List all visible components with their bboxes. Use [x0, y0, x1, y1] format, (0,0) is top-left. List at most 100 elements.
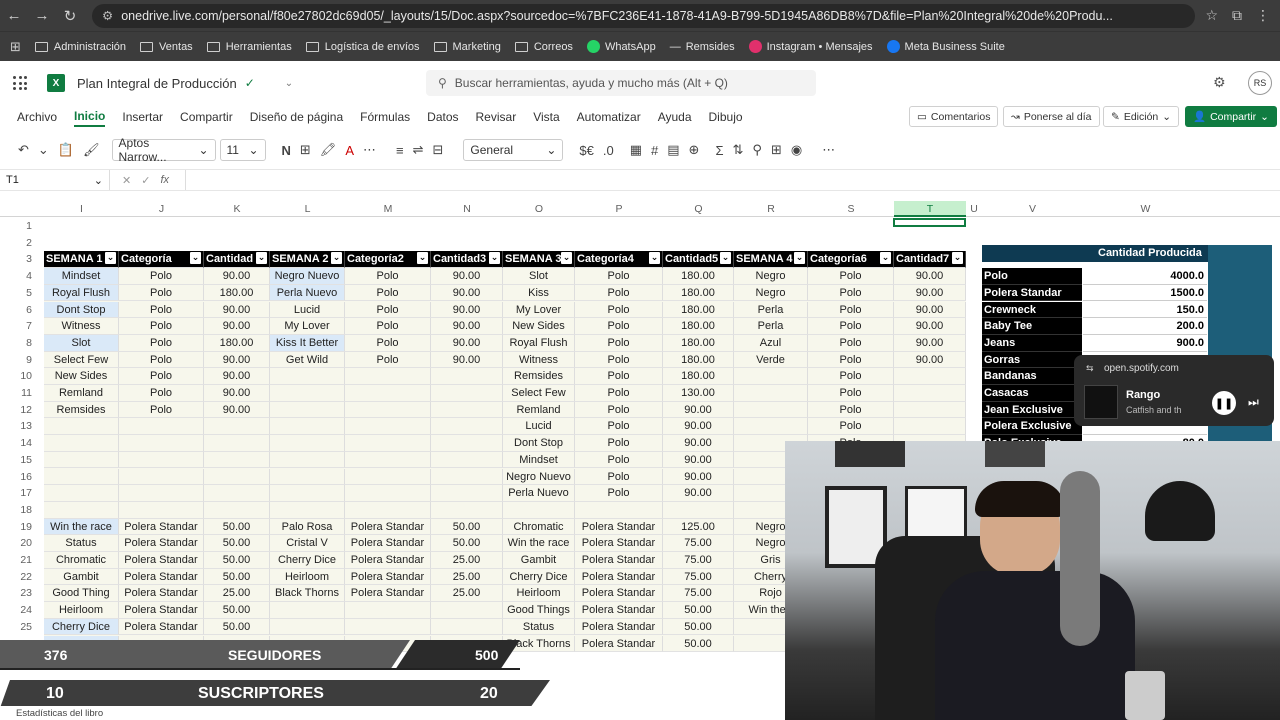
table-header-cell[interactable]: Categoría6 ⌄ — [808, 251, 894, 269]
add-ins-icon[interactable]: ⊞ — [771, 142, 782, 158]
filter-dropdown-icon[interactable]: ⌄ — [489, 252, 500, 265]
row-header[interactable]: 11 — [0, 385, 36, 401]
table-cell[interactable]: Polera Standar — [345, 552, 431, 569]
table-cell[interactable]: Polera Standar — [119, 602, 204, 619]
table-cell[interactable]: Win the race — [503, 535, 575, 552]
row-header[interactable]: 10 — [0, 368, 36, 384]
table-cell[interactable] — [345, 451, 431, 469]
table-cell[interactable]: Perla Nuevo — [270, 284, 345, 302]
tab-archivo[interactable]: Archivo — [17, 108, 57, 126]
table-header-cell[interactable]: Cantidad3 ⌄ — [431, 251, 503, 269]
row-header[interactable]: 7 — [0, 318, 36, 334]
table-cell[interactable]: Gambit — [503, 552, 575, 569]
back-icon[interactable]: ← — [0, 7, 28, 24]
table-cell[interactable] — [431, 385, 503, 402]
table-cell[interactable]: Heirloom — [44, 602, 119, 619]
table-cell[interactable]: 75.00 — [663, 568, 734, 586]
undo-icon[interactable]: ↶ — [18, 142, 29, 158]
table-cell[interactable]: Polo — [345, 351, 431, 369]
table-cell[interactable]: Slot — [44, 334, 119, 352]
table-cell[interactable]: 90.00 — [894, 351, 966, 369]
table-header-cell[interactable]: Cantidad5 ⌄ — [663, 251, 734, 269]
table-cell[interactable]: Polo — [575, 451, 663, 469]
table-cell[interactable] — [204, 501, 270, 519]
table-cell[interactable]: 50.00 — [204, 602, 270, 619]
table-cell[interactable]: Slot — [503, 268, 575, 285]
table-cell[interactable] — [734, 385, 808, 402]
table-cell[interactable]: Verde — [734, 351, 808, 369]
table-cell[interactable]: Perla Nuevo — [503, 485, 575, 502]
table-cell[interactable] — [44, 485, 119, 502]
table-cell[interactable]: 90.00 — [663, 418, 734, 436]
tab-vista[interactable]: Vista — [533, 108, 559, 126]
table-cell[interactable] — [345, 401, 431, 419]
tab-compartir[interactable]: Compartir — [180, 108, 233, 126]
table-cell[interactable]: Win the race — [44, 518, 119, 536]
table-cell[interactable]: Polo — [808, 418, 894, 436]
table-cell[interactable] — [119, 485, 204, 502]
filter-dropdown-icon[interactable]: ⌄ — [880, 252, 891, 265]
bookmark-item[interactable]: Logística de envíos — [305, 41, 420, 53]
table-cell[interactable] — [270, 435, 345, 452]
column-header-q[interactable]: Q — [663, 201, 734, 217]
row-header[interactable]: 8 — [0, 335, 36, 351]
bookmark-item[interactable]: Meta Business Suite — [886, 40, 1005, 53]
table-cell[interactable]: Polo — [119, 268, 204, 285]
table-cell[interactable]: Perla — [734, 301, 808, 319]
table-cell[interactable] — [270, 385, 345, 402]
column-header-i[interactable]: I — [44, 201, 119, 217]
table-cell[interactable]: 90.00 — [204, 385, 270, 402]
row-header[interactable]: 18 — [0, 502, 36, 518]
column-header-p[interactable]: P — [575, 201, 663, 217]
table-cell[interactable]: 180.00 — [663, 318, 734, 335]
table-header-cell[interactable]: Categoría ⌄ — [119, 251, 204, 269]
tab-diseño-de-página[interactable]: Diseño de página — [250, 108, 343, 126]
table-cell[interactable]: Polera Standar — [345, 585, 431, 603]
next-track-icon[interactable]: ⏭ — [1248, 395, 1259, 410]
bookmark-star-icon[interactable]: ☆ — [1205, 7, 1218, 24]
table-cell[interactable]: Polera Standar — [119, 618, 204, 636]
table-header-cell[interactable]: Cantidad ⌄ — [204, 251, 270, 269]
table-cell[interactable]: Polera Standar — [575, 618, 663, 636]
tab-revisar[interactable]: Revisar — [476, 108, 517, 126]
filter-dropdown-icon[interactable]: ⌄ — [256, 252, 267, 265]
table-cell[interactable]: Mindset — [503, 451, 575, 469]
table-cell[interactable]: Polera Standar — [575, 552, 663, 569]
catchup-button[interactable]: ↝ Ponerse al día — [1003, 106, 1100, 127]
table-cell[interactable]: Polo — [345, 318, 431, 335]
table-cell[interactable]: 90.00 — [431, 351, 503, 369]
tab-ayuda[interactable]: Ayuda — [658, 108, 692, 126]
table-cell[interactable]: Polo — [808, 301, 894, 319]
apps-grid-icon[interactable]: ⊞ — [10, 39, 21, 55]
side-table-label[interactable]: Jean Exclusive — [982, 401, 1082, 419]
row-header[interactable]: 24 — [0, 602, 36, 618]
table-cell[interactable]: 90.00 — [431, 318, 503, 335]
column-header-v[interactable]: V — [982, 201, 1083, 217]
table-cell[interactable] — [431, 501, 503, 519]
table-cell[interactable] — [44, 435, 119, 452]
table-cell[interactable]: 90.00 — [663, 451, 734, 469]
row-header[interactable]: 12 — [0, 402, 36, 418]
conditional-format-icon[interactable]: ▦ — [630, 142, 642, 158]
table-cell[interactable]: 50.00 — [663, 635, 734, 653]
more-icon[interactable]: ⋯ — [363, 142, 376, 158]
table-cell[interactable]: Good Things — [503, 602, 575, 619]
copilot-icon[interactable]: ◉ — [791, 142, 802, 158]
row-header[interactable]: 19 — [0, 519, 36, 535]
row-header[interactable]: 21 — [0, 552, 36, 568]
table-cell[interactable]: My Lover — [503, 301, 575, 319]
table-cell[interactable]: Polo — [575, 401, 663, 419]
filter-dropdown-icon[interactable]: ⌄ — [561, 252, 572, 265]
table-cell[interactable]: 50.00 — [204, 518, 270, 536]
table-cell[interactable]: Polo — [575, 351, 663, 369]
table-cell[interactable]: 50.00 — [663, 602, 734, 619]
bookmark-item[interactable]: WhatsApp — [586, 40, 656, 53]
table-cell[interactable]: 90.00 — [663, 435, 734, 452]
search-box[interactable]: ⚲ Buscar herramientas, ayuda y mucho más… — [426, 70, 816, 96]
table-cell[interactable] — [894, 385, 966, 402]
table-cell[interactable]: Polo — [575, 268, 663, 285]
wrap-text-icon[interactable]: ⇌ — [413, 142, 424, 158]
table-cell[interactable] — [345, 435, 431, 452]
row-header[interactable]: 15 — [0, 452, 36, 468]
row-header[interactable]: 6 — [0, 302, 36, 318]
